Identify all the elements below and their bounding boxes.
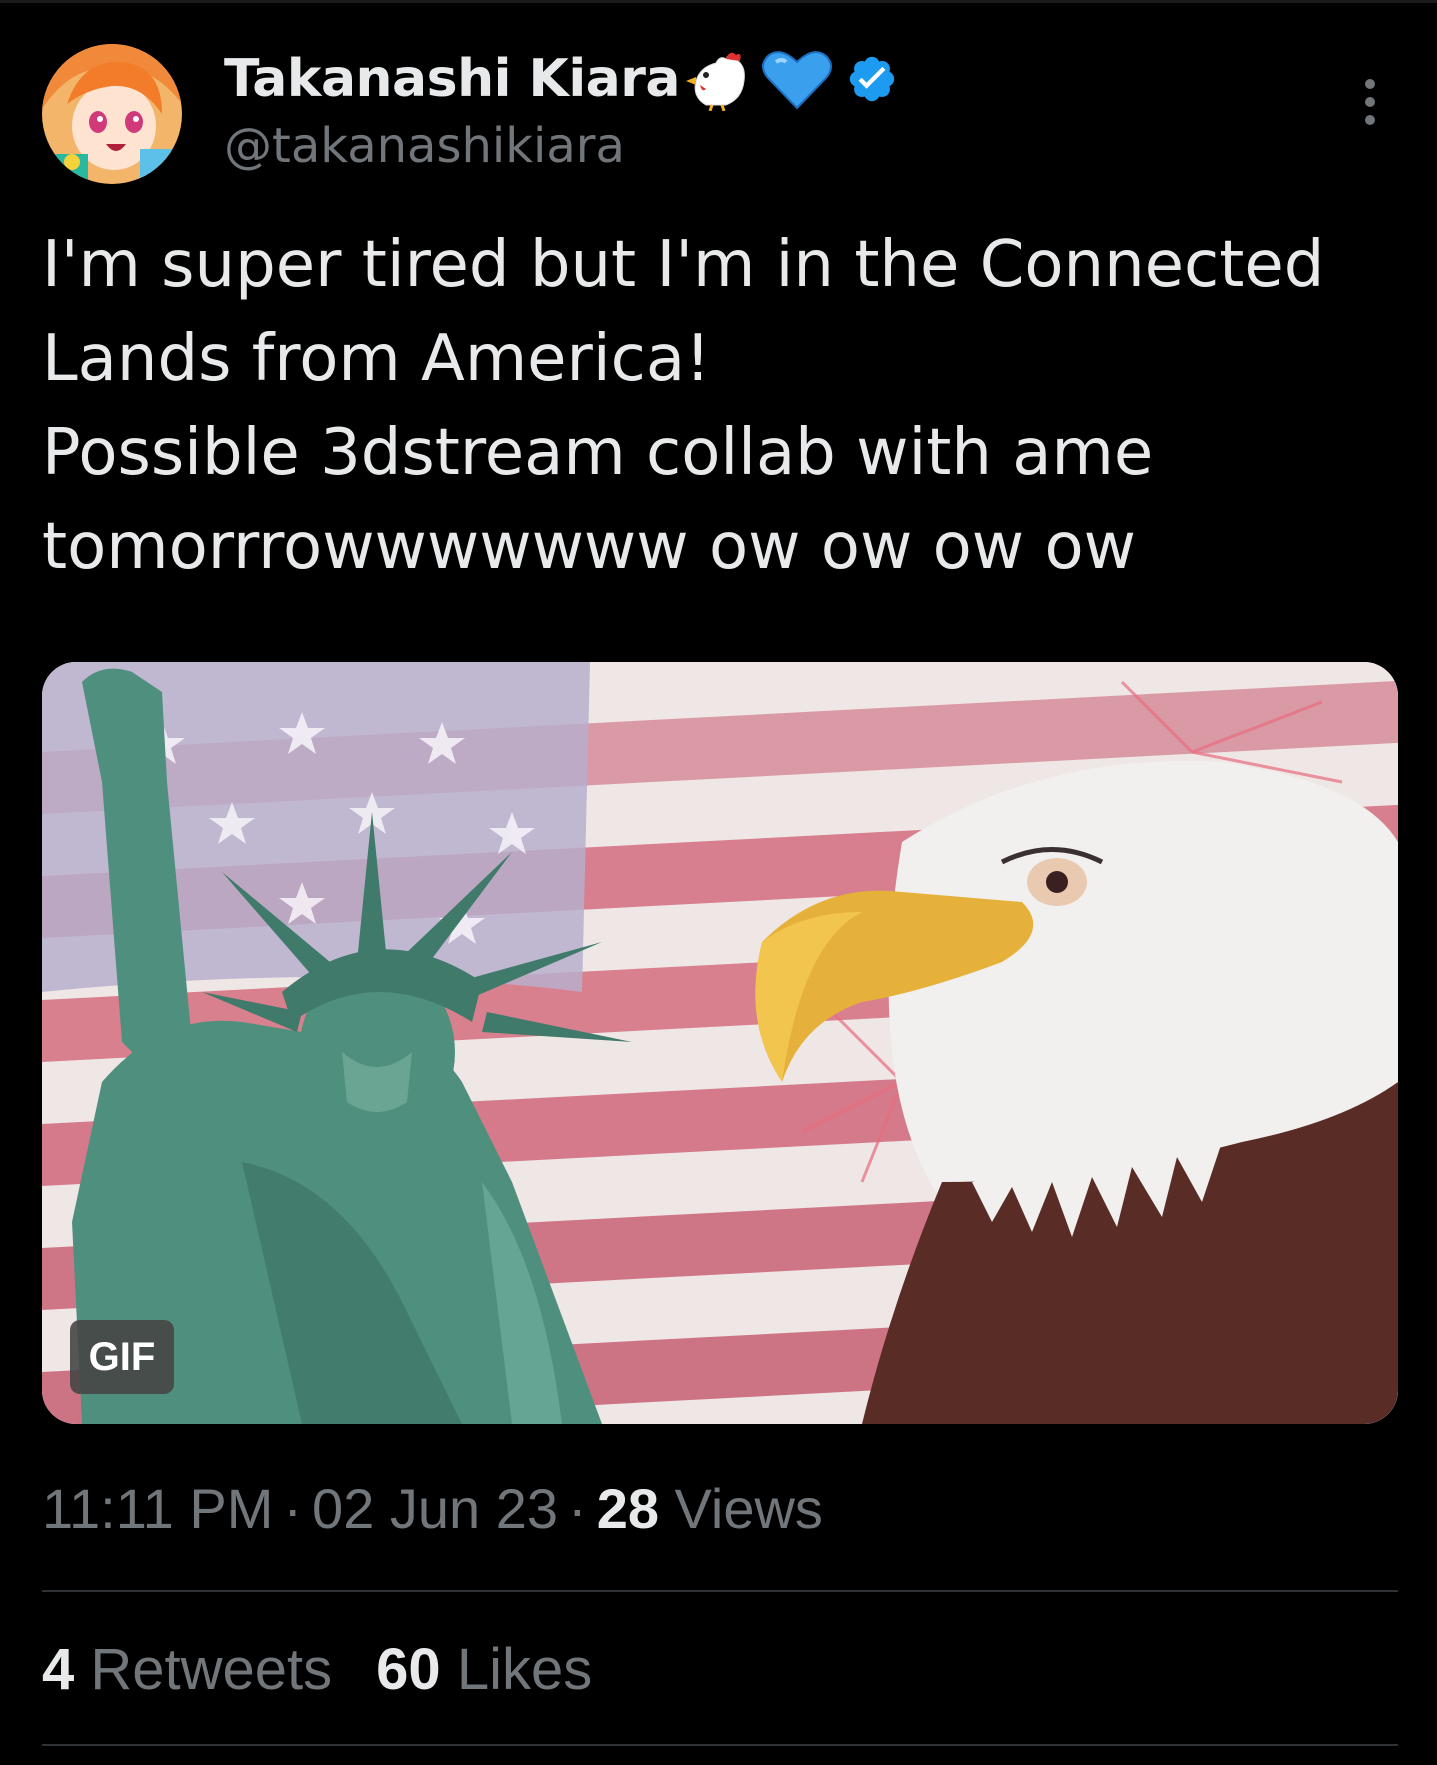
author-display-name[interactable]: Takanashi Kiara xyxy=(224,49,680,109)
likes-label: Likes xyxy=(456,1637,593,1702)
tweet-date[interactable]: 02 Jun 23 xyxy=(312,1477,558,1540)
divider xyxy=(42,1744,1398,1746)
separator: · xyxy=(283,1477,303,1540)
tweet-media-gif[interactable]: GIF xyxy=(42,662,1398,1424)
likes-count: 60 xyxy=(376,1637,441,1702)
verified-badge-icon[interactable] xyxy=(846,53,898,105)
tweet-text: I'm super tired but I'm in the Connected… xyxy=(42,218,1412,594)
author-handle[interactable]: @takanashikiara xyxy=(224,118,625,174)
retweets-count: 4 xyxy=(42,1637,75,1702)
more-options-button[interactable] xyxy=(1350,72,1390,132)
chicken-icon xyxy=(685,47,756,111)
blue-heart-icon xyxy=(761,48,832,110)
retweets-stat[interactable]: 4 Retweets xyxy=(42,1637,332,1702)
likes-stat[interactable]: 60 Likes xyxy=(376,1637,592,1702)
avatar[interactable] xyxy=(42,44,182,184)
tweet-text-line: Possible 3dstream collab with ame xyxy=(42,416,1154,490)
top-edge xyxy=(0,0,1437,3)
author-name-row[interactable]: Takanashi Kiara xyxy=(224,44,898,114)
more-vertical-icon xyxy=(1365,79,1375,125)
gif-image xyxy=(42,662,1398,1424)
tweet-stats: 4 Retweets 60 Likes xyxy=(42,1636,636,1703)
separator: · xyxy=(568,1477,587,1540)
tweet-text-line: tomorrrowwwwwww ow ow ow ow xyxy=(42,510,1136,584)
tweet-meta: 11:11 PM · 02 Jun 23 · 28 Views xyxy=(42,1476,823,1541)
avatar-image xyxy=(42,44,182,184)
divider xyxy=(42,1590,1398,1592)
tweet-text-line: I'm super tired but I'm in the Connected xyxy=(42,228,1325,302)
gif-badge: GIF xyxy=(70,1320,174,1394)
views-label: Views xyxy=(674,1477,823,1540)
views-count: 28 xyxy=(596,1477,659,1540)
tweet-text-line: Lands from America! xyxy=(42,322,711,396)
retweets-label: Retweets xyxy=(90,1637,333,1702)
tweet-time[interactable]: 11:11 PM xyxy=(42,1477,273,1540)
